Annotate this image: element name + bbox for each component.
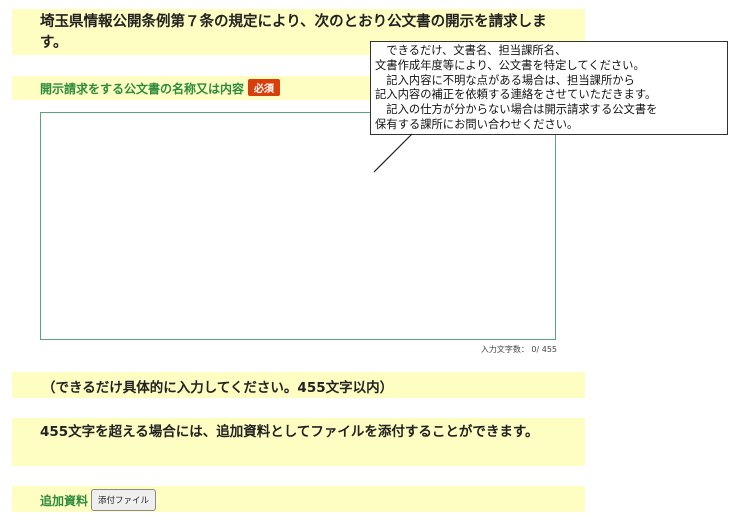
attachment-label: 追加資料 (40, 493, 89, 508)
input-hint-text: （できるだけ具体的に入力してください。455文字以内） (42, 380, 394, 396)
attachment-row: 追加資料 添付ファイル (12, 486, 585, 512)
tooltip-pointer-line (373, 133, 413, 173)
request-content-textarea[interactable] (40, 112, 556, 340)
input-hint-band: （できるだけ具体的に入力してください。455文字以内） (12, 372, 585, 398)
attach-file-button[interactable]: 添付ファイル (91, 489, 157, 511)
guidance-tooltip: できるだけ、文書名、担当課所名、 文書作成年度等により、公文書を特定してください… (370, 41, 728, 135)
required-badge: 必須 (248, 79, 281, 96)
character-counter: 入力文字数： 0/ 455 (480, 345, 557, 354)
attachment-note-band: 455文字を超える場合には、追加資料としてファイルを添付することができます。 (12, 418, 585, 466)
attachment-note-text: 455文字を超える場合には、追加資料としてファイルを添付することができます。 (40, 424, 539, 440)
request-field-label: 開示請求をする公文書の名称又は内容 (40, 82, 245, 96)
